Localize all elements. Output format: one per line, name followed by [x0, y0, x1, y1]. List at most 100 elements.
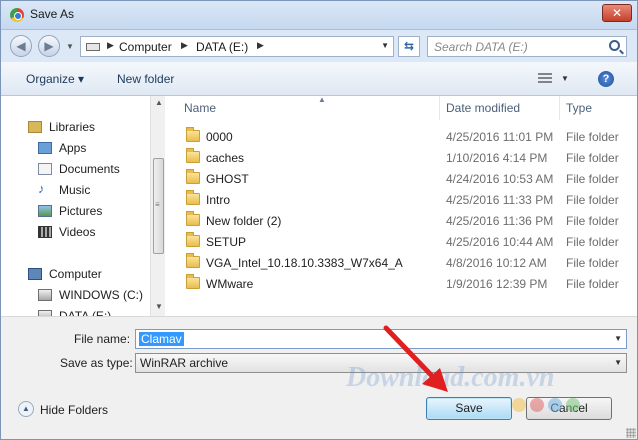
chevron-down-icon[interactable]: ▼: [561, 74, 569, 83]
file-type: File folder: [566, 193, 619, 207]
file-name: 0000: [206, 130, 233, 144]
help-icon[interactable]: ?: [598, 71, 614, 87]
sidebar-item-label: Documents: [59, 162, 120, 176]
folder-icon: [186, 232, 200, 247]
file-type: File folder: [566, 151, 619, 165]
chevron-down-icon[interactable]: ▼: [614, 334, 622, 343]
file-row[interactable]: SETUP 4/25/2016 10:44 AM File folder: [166, 232, 638, 253]
forward-button[interactable]: ▶: [38, 35, 60, 57]
breadcrumb-separator-icon: ▶: [257, 40, 264, 50]
folder-icon: [186, 148, 200, 163]
search-icon: [609, 40, 620, 51]
filename-label: File name:: [74, 332, 131, 346]
file-row[interactable]: VGA_Intel_10.18.10.3383_W7x64_A 4/8/2016…: [166, 253, 638, 274]
file-row[interactable]: WMware 1/9/2016 12:39 PM File folder: [166, 274, 638, 295]
folder-icon: [186, 274, 200, 289]
sidebar-item-label: Computer: [49, 267, 102, 281]
file-date: 4/25/2016 11:33 PM: [446, 193, 554, 207]
resize-grip-icon[interactable]: [626, 428, 636, 438]
save-button[interactable]: Save: [426, 397, 512, 420]
search-placeholder: Search DATA (E:): [434, 40, 528, 54]
title-bar: Save As ✕: [0, 0, 638, 30]
address-bar[interactable]: ▶ Computer ▶ DATA (E:) ▶ ▼: [80, 36, 394, 57]
back-button[interactable]: ◀: [10, 35, 32, 57]
file-name: GHOST: [206, 172, 249, 186]
folder-icon: [186, 127, 200, 142]
pictures-icon: [38, 205, 52, 217]
file-name: New folder (2): [206, 214, 282, 228]
file-type: File folder: [566, 256, 619, 270]
file-name: Intro: [206, 193, 231, 207]
navigation-bar: ◀ ▶ ▼ ▶ Computer ▶ DATA (E:) ▶ ▼ ⇆ Searc…: [0, 30, 638, 62]
drive-icon: [38, 289, 52, 301]
red-arrow-icon: [383, 325, 448, 392]
scroll-up-icon[interactable]: ▲: [155, 98, 163, 107]
filename-value: Clamav: [139, 332, 184, 346]
watermark-dot: [530, 398, 544, 412]
file-date: 4/25/2016 11:36 PM: [446, 214, 554, 228]
file-list: ▲ Name Date modified Type 0000 4/25/2016…: [166, 96, 638, 316]
documents-icon: [38, 163, 52, 175]
file-row[interactable]: New folder (2) 4/25/2016 11:36 PM File f…: [166, 211, 638, 232]
file-name: WMware: [206, 277, 254, 291]
apps-icon: [38, 142, 52, 154]
column-header-type[interactable]: Type: [560, 96, 638, 120]
drive-icon: [86, 43, 100, 51]
sidebar-item-label: Music: [59, 183, 91, 197]
file-date: 4/25/2016 10:44 AM: [446, 235, 554, 249]
scroll-down-icon[interactable]: ▼: [155, 302, 163, 311]
sidebar-item-label: WINDOWS (C:): [59, 288, 143, 302]
watermark-dot: [548, 398, 562, 412]
folder-icon: [186, 190, 200, 205]
search-input[interactable]: Search DATA (E:): [427, 36, 627, 57]
hide-folders-label: Hide Folders: [40, 403, 109, 417]
libraries-icon: [28, 121, 42, 133]
chevron-down-icon[interactable]: ▼: [66, 42, 74, 51]
breadcrumb-separator-icon: ▶: [107, 40, 114, 50]
file-name: VGA_Intel_10.18.10.3383_W7x64_A: [206, 256, 403, 270]
navigation-scrollbar[interactable]: ▲ ≡ ▼: [150, 96, 165, 316]
breadcrumb-separator-icon: ▶: [181, 40, 188, 50]
organize-button[interactable]: Organize ▾: [26, 72, 84, 86]
watermark-dot: [512, 398, 526, 412]
file-row[interactable]: caches 1/10/2016 4:14 PM File folder: [166, 148, 638, 169]
chevron-up-icon: ▲: [18, 401, 34, 417]
navigation-pane: Libraries Apps Documents ♪ Music Picture…: [0, 96, 150, 316]
view-options-icon[interactable]: [538, 73, 552, 85]
sidebar-item-label: Libraries: [49, 120, 96, 134]
file-type: File folder: [566, 214, 619, 228]
videos-icon: [38, 226, 52, 238]
chevron-down-icon[interactable]: ▼: [614, 358, 622, 367]
file-row[interactable]: GHOST 4/24/2016 10:53 AM File folder: [166, 169, 638, 190]
sort-ascending-icon: ▲: [318, 96, 326, 104]
folder-icon: [186, 211, 200, 226]
folder-icon: [186, 253, 200, 268]
file-name: SETUP: [206, 235, 247, 249]
column-header-date[interactable]: Date modified: [440, 96, 560, 120]
file-row[interactable]: 0000 4/25/2016 11:01 PM File folder: [166, 127, 638, 148]
save-type-value: WinRAR archive: [140, 356, 229, 370]
column-header-name[interactable]: ▲ Name: [178, 96, 440, 120]
close-button[interactable]: ✕: [602, 4, 632, 22]
file-row[interactable]: Intro 4/25/2016 11:33 PM File folder: [166, 190, 638, 211]
file-date: 4/8/2016 10:12 AM: [446, 256, 547, 270]
scrollbar-grip-icon: ≡: [155, 200, 160, 209]
sidebar-item-label: Videos: [59, 225, 96, 239]
chevron-down-icon[interactable]: ▼: [381, 41, 389, 50]
new-folder-button[interactable]: New folder: [117, 72, 174, 86]
command-toolbar: Organize ▾ New folder ▼ ?: [0, 62, 638, 96]
file-type: File folder: [566, 277, 619, 291]
column-header-label: Name: [184, 101, 217, 115]
watermark-dot: [566, 398, 580, 412]
file-type: File folder: [566, 172, 619, 186]
breadcrumb-data-drive[interactable]: DATA (E:): [196, 40, 248, 54]
file-date: 1/10/2016 4:14 PM: [446, 151, 548, 165]
file-type: File folder: [566, 130, 619, 144]
chrome-icon: [10, 8, 24, 22]
sidebar-item-label: DATA (E:): [59, 309, 112, 316]
refresh-button[interactable]: ⇆: [398, 36, 420, 57]
file-date: 1/9/2016 12:39 PM: [446, 277, 548, 291]
breadcrumb-computer[interactable]: Computer: [119, 40, 172, 54]
sidebar-item-label: Apps: [59, 141, 87, 155]
file-name: caches: [206, 151, 245, 165]
